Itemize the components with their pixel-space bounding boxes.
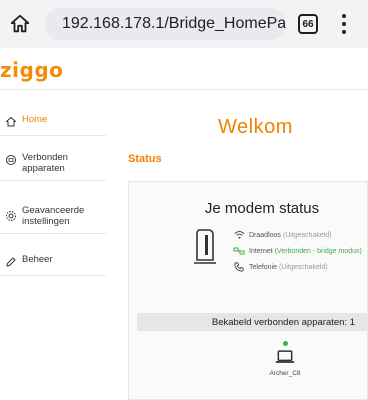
device-name: Archer_C8	[269, 370, 301, 377]
browser-home-button[interactable]	[0, 0, 40, 48]
page-header: ziggo	[0, 48, 368, 90]
phone-icon	[233, 261, 245, 273]
laptop-icon	[275, 350, 295, 363]
url-text: 192.168.178.1/Bridge_HomePa	[62, 15, 286, 32]
section-heading: Status	[128, 153, 162, 165]
sidebar-item-label: Beheer	[22, 254, 53, 265]
ziggo-logo[interactable]: ziggo	[0, 58, 63, 82]
sidebar-item-label: Verbonden apparaten	[22, 152, 68, 174]
connected-device[interactable]: Archer_C8	[265, 341, 305, 377]
wired-devices-bar: Bekabeld verbonden apparaten: 1	[137, 313, 368, 331]
devices-icon	[4, 153, 18, 167]
sidebar-item-connected-devices[interactable]: Verbonden apparaten	[0, 148, 106, 181]
modem-status-card: Je modem status Draadloos (Uitgeschakeld…	[128, 181, 368, 400]
internet-icon	[233, 245, 245, 257]
pencil-icon	[4, 255, 18, 269]
sidebar-item-label: Home	[22, 114, 48, 125]
sidebar-item-home[interactable]: Home	[0, 110, 106, 136]
page-title: Welkom	[218, 116, 293, 138]
status-internet: Internet (Verbonden - bridge modus)	[233, 243, 362, 259]
status-label: Internet	[249, 247, 273, 255]
gear-icon	[4, 209, 18, 223]
more-vert-icon[interactable]	[334, 12, 354, 36]
sidebar-item-advanced-settings[interactable]: Geavanceerde instellingen	[0, 201, 106, 234]
status-telephony: Telefonie (Uitgeschakeld)	[233, 259, 362, 275]
tab-switcher-button[interactable]: 66	[298, 14, 318, 34]
sidebar-nav: Home Verbonden apparaten Geavanceerde in…	[0, 110, 112, 288]
sidebar-item-management[interactable]: Beheer	[0, 250, 106, 276]
modem-icon	[194, 229, 216, 264]
card-title: Je modem status	[204, 200, 320, 217]
address-bar[interactable]: 192.168.178.1/Bridge_HomePa	[44, 8, 286, 40]
browser-toolbar: 192.168.178.1/Bridge_HomePa 66	[0, 0, 368, 48]
home-icon	[10, 14, 30, 33]
home-icon	[4, 115, 18, 129]
status-list: Draadloos (Uitgeschakeld) Internet (Verb…	[233, 227, 362, 275]
status-wireless: Draadloos (Uitgeschakeld)	[233, 227, 362, 243]
status-label: Telefonie	[249, 263, 278, 271]
wifi-icon	[233, 229, 245, 241]
status-state: (Uitgeschakeld)	[282, 231, 332, 239]
status-label: Draadloos	[249, 231, 281, 239]
status-state: (Uitgeschakeld)	[278, 263, 328, 271]
sidebar-item-label: Geavanceerde instellingen	[22, 205, 85, 227]
status-dot	[282, 341, 288, 346]
status-state: (Verbonden - bridge modus)	[274, 247, 362, 255]
